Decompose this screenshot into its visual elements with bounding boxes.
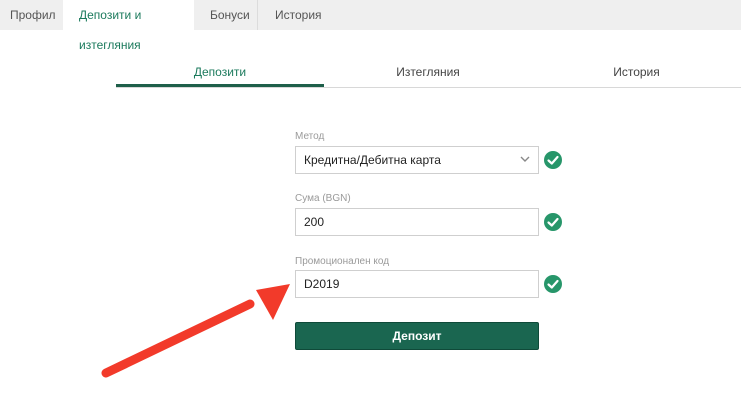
red-arrow-icon [101, 284, 290, 378]
